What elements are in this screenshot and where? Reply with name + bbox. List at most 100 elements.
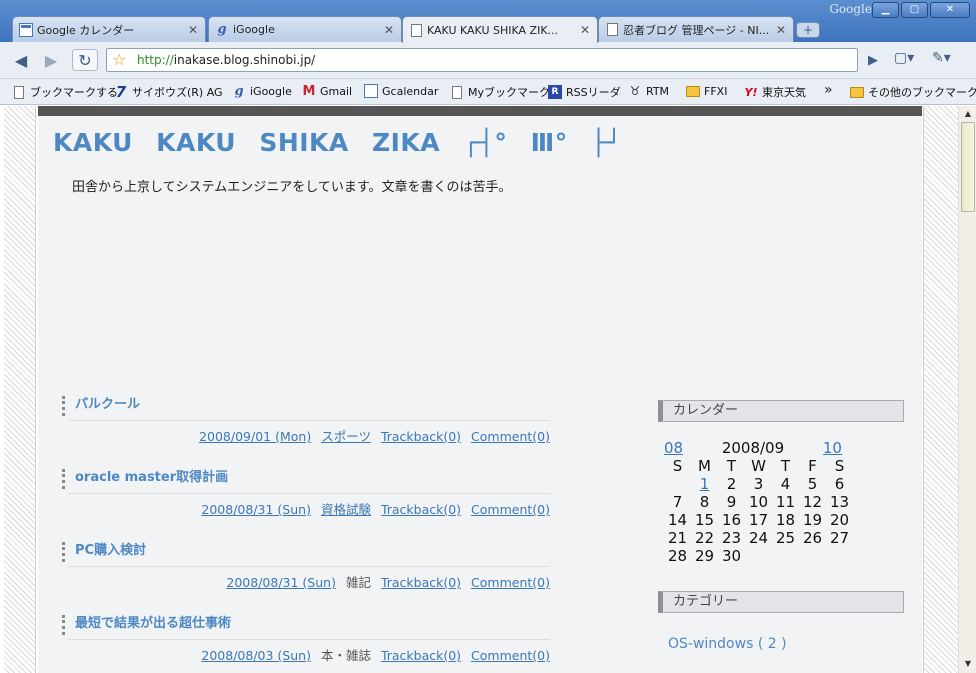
- browser-toolbar: ◀ ▶ ↻ ☆ http://inakase.blog.shinobi.jp/ …: [0, 42, 976, 79]
- scroll-up-arrow-icon[interactable]: ▲: [961, 107, 975, 121]
- comment-link[interactable]: Comment(0): [471, 575, 550, 590]
- go-button[interactable]: ▶: [862, 50, 884, 72]
- tab-google-calendar[interactable]: Google カレンダー ✕: [12, 16, 206, 42]
- trackback-link[interactable]: Trackback(0): [381, 502, 461, 517]
- calendar-day: [745, 547, 772, 565]
- post-category-link[interactable]: スポーツ: [321, 429, 371, 444]
- bookmark-item[interactable]: ♉ RTM: [628, 84, 669, 98]
- blog-page: KAKU KAKU SHIKA ZIKA ┌┤° Ⅲ° ├┘ 田舎から上京してシ…: [38, 106, 922, 673]
- trackback-link[interactable]: Trackback(0): [381, 575, 461, 590]
- post-title[interactable]: oracle master取得計画: [62, 469, 550, 489]
- close-tab-icon[interactable]: ✕: [579, 23, 591, 37]
- calendar-month: 2008/09: [721, 439, 785, 457]
- new-tab-button[interactable]: +: [796, 22, 820, 38]
- close-window-button[interactable]: ✕: [930, 2, 970, 18]
- scrollbar-thumb[interactable]: [961, 122, 975, 212]
- post-category-link[interactable]: 資格試験: [321, 502, 371, 517]
- calendar-day: 11: [775, 493, 796, 511]
- next-month-link[interactable]: 10: [823, 439, 842, 457]
- address-url[interactable]: http://inakase.blog.shinobi.jp/: [137, 53, 315, 67]
- calendar-day: 21: [667, 529, 688, 547]
- scroll-down-arrow-icon[interactable]: ▼: [961, 657, 975, 671]
- calendar-day: 6: [834, 475, 845, 493]
- more-bookmarks-chevron-icon[interactable]: »: [824, 82, 833, 98]
- calendar-day: [799, 547, 826, 565]
- blog-title[interactable]: KAKU KAKU SHIKA ZIKA ┌┤° Ⅲ° ├┘: [53, 128, 622, 157]
- calendar-nav: 08 2008/09 10: [664, 439, 854, 457]
- weekday-label: T: [780, 457, 791, 475]
- post-category-text: 雑記: [345, 575, 371, 590]
- other-bookmarks-folder[interactable]: その他のブックマーク: [850, 84, 976, 100]
- calendar-day: 24: [748, 529, 769, 547]
- bookmark-item[interactable]: M Gmail: [302, 83, 353, 99]
- bookmark-item[interactable]: g iGoogle: [232, 84, 291, 99]
- bookmark-label: その他のブックマーク: [868, 86, 976, 99]
- post-title[interactable]: PC購入検討: [62, 542, 550, 562]
- close-tab-icon[interactable]: ✕: [187, 23, 199, 37]
- bookmark-item[interactable]: ブックマークする: [12, 84, 118, 100]
- calendar-day: 15: [694, 511, 715, 529]
- tab-ninja-blog-admin[interactable]: 忍者ブログ 管理ページ - NI... ✕: [598, 16, 794, 42]
- post-meta: 2008/08/03 (Sun) 本・雑誌 Trackback(0) Comme…: [62, 645, 550, 664]
- tab-kaku-kaku-blog[interactable]: KAKU KAKU SHIKA ZIK... ✕: [402, 16, 598, 43]
- calendar-day: 22: [694, 529, 715, 547]
- post-date-link[interactable]: 2008/08/31 (Sun): [226, 575, 336, 590]
- tools-menu-button[interactable]: ✎▾: [932, 50, 951, 66]
- weekday-label: W: [751, 457, 766, 475]
- post-date-link[interactable]: 2008/08/31 (Sun): [201, 502, 311, 517]
- trackback-link[interactable]: Trackback(0): [381, 648, 461, 663]
- minimize-button[interactable]: ▁: [872, 2, 899, 18]
- close-tab-icon[interactable]: ✕: [383, 23, 395, 37]
- tab-igoogle[interactable]: g iGoogle ✕: [208, 16, 402, 42]
- bookmark-label: RTM: [646, 84, 670, 98]
- maximize-button[interactable]: ▢: [901, 2, 928, 18]
- post-title[interactable]: パルクール: [62, 396, 550, 416]
- play-icon: ▶: [868, 53, 878, 68]
- calendar-icon: [19, 22, 33, 37]
- close-tab-icon[interactable]: ✕: [775, 23, 787, 37]
- calendar-day: 8: [699, 493, 710, 511]
- calendar-day: 4: [780, 475, 791, 493]
- calendar-day: 5: [807, 475, 818, 493]
- calendar-day-link-text[interactable]: 1: [700, 475, 710, 493]
- address-bar[interactable]: ☆ http://inakase.blog.shinobi.jp/: [106, 48, 858, 72]
- gmail-icon: M: [302, 83, 316, 99]
- calendar-day: [772, 547, 799, 565]
- forward-button[interactable]: ▶: [38, 50, 64, 72]
- bookmark-item[interactable]: Myブックマーク: [450, 84, 550, 100]
- comment-link[interactable]: Comment(0): [471, 502, 550, 517]
- bookmark-item[interactable]: 7 サイボウズ(R) AG: [114, 83, 223, 101]
- calendar-heading: カレンダー: [658, 400, 904, 422]
- post-date-link[interactable]: 2008/08/03 (Sun): [201, 648, 311, 663]
- post-meta: 2008/08/31 (Sun) 資格試験 Trackback(0) Comme…: [62, 499, 550, 518]
- page-menu-button[interactable]: ▢▾: [894, 50, 914, 66]
- calendar-day: 13: [829, 493, 850, 511]
- bookmark-folder[interactable]: FFXI: [686, 84, 727, 98]
- bookmark-item[interactable]: R RSSリーダ: [548, 84, 621, 100]
- prev-month-link[interactable]: 08: [664, 439, 683, 457]
- trackback-link[interactable]: Trackback(0): [381, 429, 461, 444]
- bookmark-item[interactable]: Y! 東京天気: [744, 84, 807, 100]
- calendar-day: 16: [721, 511, 742, 529]
- calendar-day: 17: [748, 511, 769, 529]
- page-icon: [605, 23, 619, 37]
- url-scheme: http://: [137, 53, 174, 67]
- comment-link[interactable]: Comment(0): [471, 648, 550, 663]
- category-link[interactable]: OS-windows ( 2 ): [668, 636, 787, 652]
- comment-link[interactable]: Comment(0): [471, 429, 550, 444]
- post-entry: oracle master取得計画 2008/08/31 (Sun) 資格試験 …: [62, 469, 550, 518]
- calendar-day-link[interactable]: 1: [691, 475, 718, 493]
- post-date-link[interactable]: 2008/09/01 (Mon): [199, 429, 311, 444]
- page-background-left: [4, 106, 36, 673]
- back-button[interactable]: ◀: [8, 50, 34, 72]
- calendar-day: 7: [672, 493, 683, 511]
- bookmark-star-icon[interactable]: ☆: [112, 50, 126, 69]
- reload-button[interactable]: ↻: [72, 49, 98, 71]
- bookmark-label: FFXI: [704, 84, 728, 98]
- tab-label: KAKU KAKU SHIKA ZIK...: [427, 23, 559, 37]
- bookmark-item[interactable]: Gcalendar: [364, 84, 438, 98]
- bookmark-label: サイボウズ(R) AG: [132, 86, 223, 99]
- vertical-scrollbar[interactable]: ▲ ▼: [958, 106, 976, 673]
- page-icon: [12, 85, 26, 99]
- post-title[interactable]: 最短で結果が出る超仕事術: [62, 615, 550, 635]
